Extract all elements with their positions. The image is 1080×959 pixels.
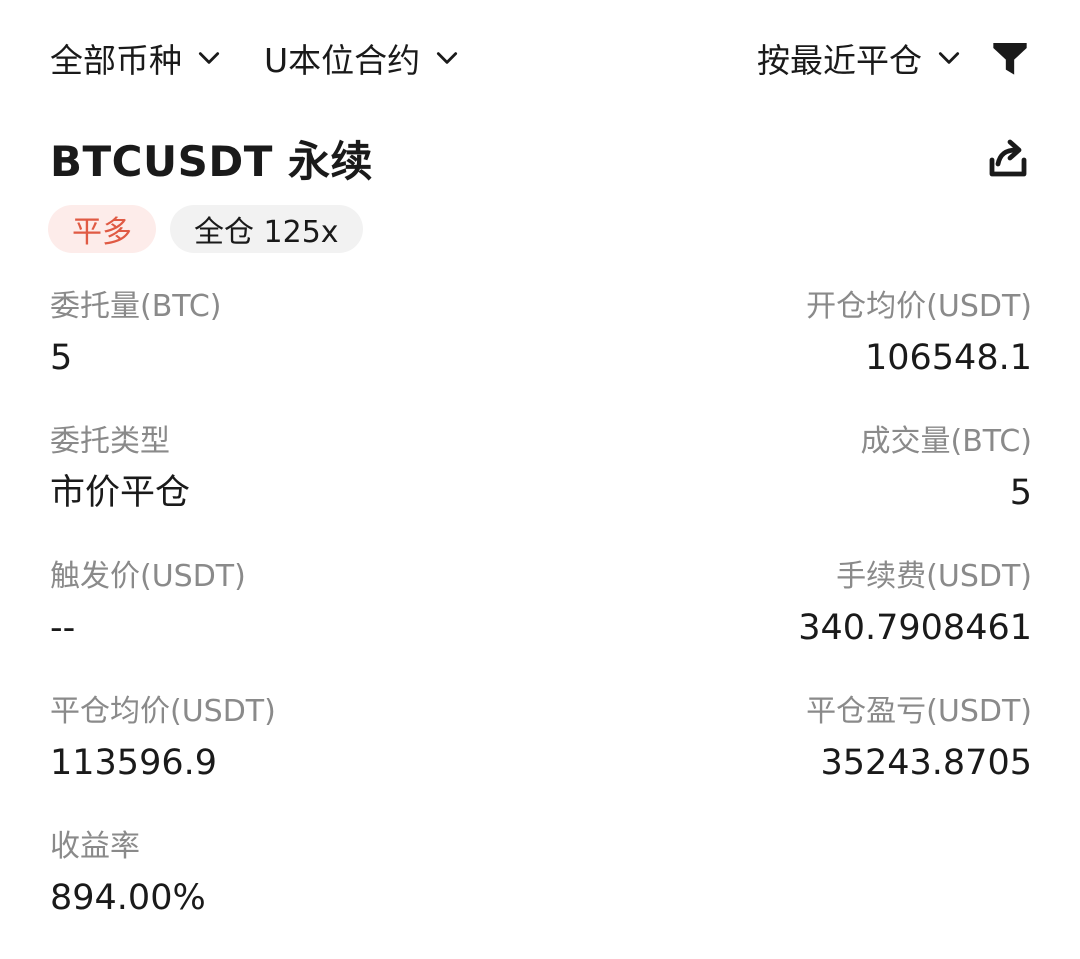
details-row: 触发价(USDT) -- 手续费(USDT) 340.7908461 xyxy=(50,554,1032,689)
contract-filter-dropdown[interactable]: U本位合约 xyxy=(264,34,460,82)
details-row: 委托类型 市价平仓 成交量(BTC) 5 xyxy=(50,419,1032,554)
field-label: 触发价(USDT) xyxy=(50,559,246,594)
field-label: 手续费(USDT) xyxy=(836,559,1032,594)
field-value: 5 xyxy=(1009,473,1032,513)
field-value: 106548.1 xyxy=(864,338,1032,378)
field-label: 成交量(BTC) xyxy=(860,424,1032,459)
close-avg-field: 平仓均价(USDT) 113596.9 xyxy=(50,689,276,824)
details-row: 平仓均价(USDT) 113596.9 平仓盈亏(USDT) 35243.870… xyxy=(50,689,1032,824)
fee-field: 手续费(USDT) 340.7908461 xyxy=(798,554,1032,689)
margin-mode-tag: 全仓 125x xyxy=(170,205,363,253)
trigger-price-field: 触发价(USDT) -- xyxy=(50,554,246,689)
field-value: 894.00% xyxy=(50,878,206,918)
field-label: 委托类型 xyxy=(50,424,170,459)
details-row: 委托量(BTC) 5 开仓均价(USDT) 106548.1 xyxy=(50,284,1032,419)
field-value: 35243.8705 xyxy=(820,743,1032,783)
field-value: -- xyxy=(50,608,76,648)
close-pnl-field: 平仓盈亏(USDT) 35243.8705 xyxy=(806,689,1032,824)
order-type-field: 委托类型 市价平仓 xyxy=(50,419,190,554)
field-value: 113596.9 xyxy=(50,743,218,783)
contract-filter-label: U本位合约 xyxy=(264,41,421,80)
sort-dropdown[interactable]: 按最近平仓 xyxy=(757,34,962,82)
coin-filter-dropdown[interactable]: 全部币种 xyxy=(50,34,222,82)
funnel-icon[interactable] xyxy=(990,38,1030,78)
field-label: 委托量(BTC) xyxy=(50,289,222,324)
sort-label: 按最近平仓 xyxy=(757,41,922,80)
open-avg-field: 开仓均价(USDT) 106548.1 xyxy=(806,284,1032,419)
field-value: 340.7908461 xyxy=(798,608,1032,648)
field-label: 平仓均价(USDT) xyxy=(50,694,276,729)
field-value: 5 xyxy=(50,338,73,378)
position-tags: 平多 全仓 125x xyxy=(48,205,363,253)
share-icon[interactable] xyxy=(984,134,1032,182)
chevron-down-icon xyxy=(198,52,220,64)
pair-title: BTCUSDT 永续 xyxy=(50,136,373,186)
position-title-row: BTCUSDT 永续 xyxy=(50,128,1032,188)
field-value: 市价平仓 xyxy=(50,473,191,513)
order-qty-field: 委托量(BTC) 5 xyxy=(50,284,222,419)
field-label: 开仓均价(USDT) xyxy=(806,289,1032,324)
side-tag: 平多 xyxy=(48,205,156,253)
filter-bar: 全部币种 U本位合约 按最近平仓 xyxy=(50,28,1030,88)
field-label: 平仓盈亏(USDT) xyxy=(806,694,1032,729)
coin-filter-label: 全部币种 xyxy=(50,41,182,80)
chevron-down-icon xyxy=(437,52,458,64)
filled-qty-field: 成交量(BTC) 5 xyxy=(860,419,1032,554)
field-label: 收益率 xyxy=(50,829,140,864)
chevron-down-icon xyxy=(938,52,960,64)
order-details: 委托量(BTC) 5 开仓均价(USDT) 106548.1 委托类型 市价平仓… xyxy=(50,284,1032,959)
